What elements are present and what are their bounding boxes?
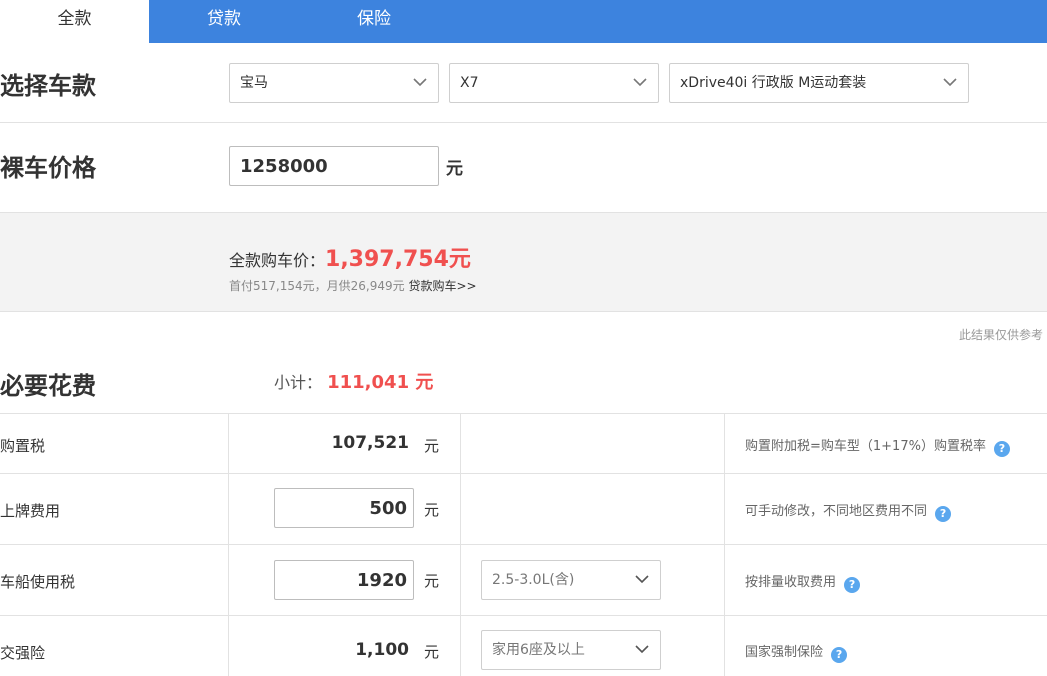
series-select[interactable]: X7 bbox=[449, 63, 659, 103]
vehicle-tax-note-text: 按排量收取费用 bbox=[745, 575, 837, 590]
chevron-down-icon bbox=[413, 78, 427, 87]
compulsory-insurance-value: 1,100 bbox=[355, 640, 409, 660]
vehicle-tax-input[interactable] bbox=[274, 560, 414, 600]
chevron-down-icon bbox=[635, 645, 649, 654]
vehicle-tax-unit: 元 bbox=[424, 572, 440, 590]
help-icon[interactable]: ? bbox=[844, 577, 861, 593]
chevron-down-icon bbox=[633, 78, 647, 87]
divider bbox=[0, 473, 1047, 474]
loan-hint-text: 首付517,154元，月供26,949元 bbox=[229, 279, 405, 293]
help-icon[interactable]: ? bbox=[831, 647, 848, 663]
bare-price-title: 裸车价格 bbox=[0, 154, 96, 182]
divider bbox=[0, 413, 1047, 414]
total-summary-panel: 全款购车价：1,397,754元 首付517,154元，月供26,949元 贷款… bbox=[0, 212, 1047, 312]
purchase-tax-note: 购置附加税=购车型（1+17%）购置税率? bbox=[745, 435, 1010, 457]
chevron-down-icon bbox=[943, 78, 957, 87]
subtotal-label: 小计： bbox=[274, 373, 323, 392]
tab-full-payment[interactable]: 全款 bbox=[0, 0, 149, 43]
license-fee-note-text: 可手动修改，不同地区费用不同 bbox=[745, 504, 928, 519]
bare-price-unit: 元 bbox=[446, 159, 463, 179]
displacement-select-value: 2.5-3.0L(含) bbox=[492, 572, 575, 588]
seat-type-select[interactable]: 家用6座及以上 bbox=[481, 630, 661, 670]
model-select[interactable]: xDrive40i 行政版 M运动套装 bbox=[669, 63, 969, 103]
purchase-tax-note-text: 购置附加税=购车型（1+17%）购置税率 bbox=[745, 439, 986, 454]
brand-select[interactable]: 宝马 bbox=[229, 63, 439, 103]
total-price-line: 全款购车价：1,397,754元 bbox=[229, 241, 471, 273]
help-icon[interactable]: ? bbox=[935, 506, 952, 522]
divider bbox=[0, 615, 1047, 616]
purchase-tax-label: 购置税 bbox=[0, 437, 46, 455]
series-select-value: X7 bbox=[460, 75, 479, 91]
divider bbox=[0, 544, 1047, 545]
compulsory-insurance-unit: 元 bbox=[424, 643, 440, 661]
divider bbox=[724, 413, 725, 676]
tab-bar: 全款 贷款 保险 bbox=[0, 0, 1047, 43]
model-select-value: xDrive40i 行政版 M运动套装 bbox=[680, 75, 867, 91]
chevron-down-icon bbox=[635, 575, 649, 584]
tab-insurance[interactable]: 保险 bbox=[299, 0, 449, 43]
displacement-select[interactable]: 2.5-3.0L(含) bbox=[481, 560, 661, 600]
total-price-value: 1,397,754元 bbox=[325, 247, 471, 272]
loan-purchase-link[interactable]: 贷款购车>> bbox=[408, 279, 476, 293]
compulsory-insurance-note-text: 国家强制保险 bbox=[745, 645, 824, 660]
divider bbox=[460, 413, 461, 676]
tab-loan[interactable]: 贷款 bbox=[149, 0, 299, 43]
bare-price-input[interactable] bbox=[229, 146, 439, 186]
license-fee-input[interactable] bbox=[274, 488, 414, 528]
seat-type-select-value: 家用6座及以上 bbox=[492, 642, 585, 658]
select-car-title: 选择车款 bbox=[0, 72, 96, 100]
vehicle-tax-note: 按排量收取费用? bbox=[745, 571, 861, 593]
purchase-tax-unit: 元 bbox=[424, 437, 440, 455]
license-fee-unit: 元 bbox=[424, 501, 440, 519]
compulsory-insurance-label: 交强险 bbox=[0, 644, 46, 662]
vehicle-tax-label: 车船使用税 bbox=[0, 573, 76, 591]
subtotal-value: 111,041 元 bbox=[327, 372, 434, 393]
divider bbox=[0, 122, 1047, 123]
required-costs-title: 必要花费 bbox=[0, 372, 96, 400]
brand-select-value: 宝马 bbox=[240, 75, 268, 91]
loan-hint: 首付517,154元，月供26,949元 贷款购车>> bbox=[229, 277, 477, 294]
total-price-label: 全款购车价： bbox=[229, 251, 326, 270]
subtotal: 小计： 111,041 元 bbox=[274, 368, 433, 394]
reference-note: 此结果仅供参考 bbox=[958, 328, 1043, 342]
compulsory-insurance-note: 国家强制保险? bbox=[745, 641, 848, 663]
help-icon[interactable]: ? bbox=[993, 441, 1010, 457]
purchase-tax-value: 107,521 bbox=[331, 433, 409, 453]
divider bbox=[228, 413, 229, 676]
license-fee-label: 上牌费用 bbox=[0, 502, 61, 520]
license-fee-note: 可手动修改，不同地区费用不同? bbox=[745, 500, 952, 522]
